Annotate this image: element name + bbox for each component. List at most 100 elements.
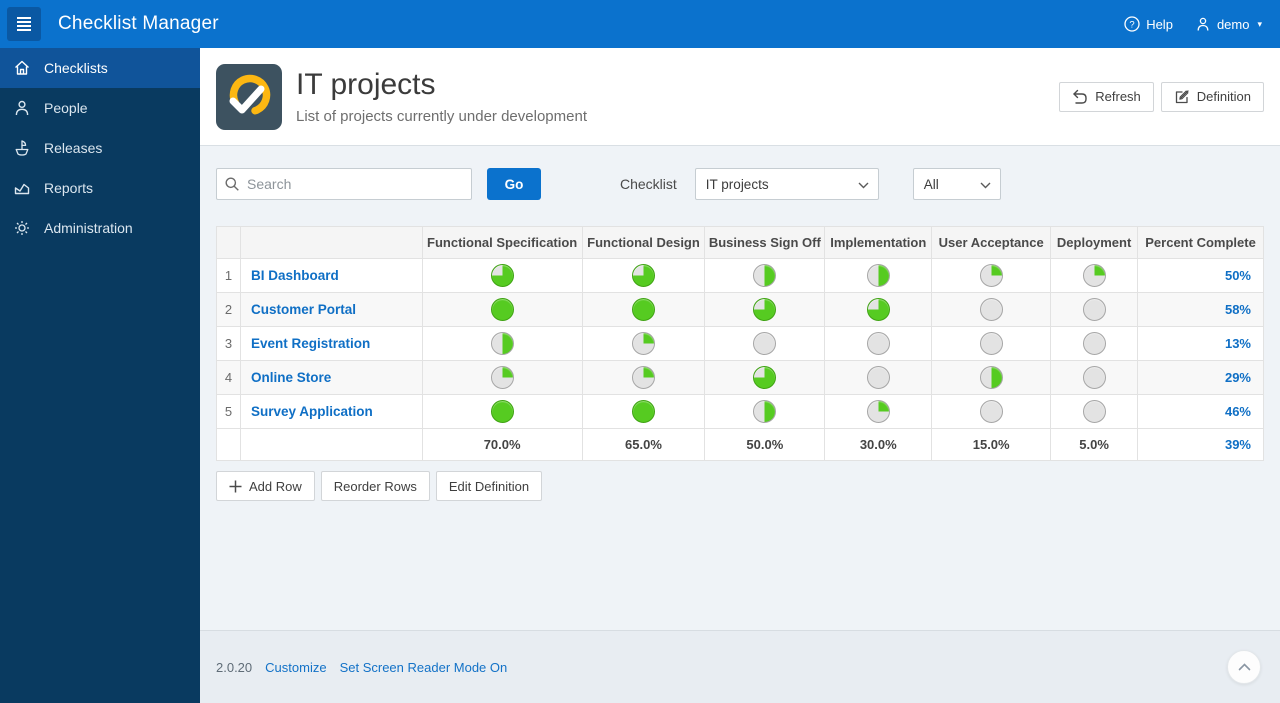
page-header: IT projects List of projects currently u… — [200, 48, 1280, 146]
stage-pie[interactable] — [490, 366, 514, 389]
percent-link[interactable]: 50% — [1225, 268, 1251, 283]
user-menu[interactable]: demo ▾ — [1195, 16, 1262, 32]
stage-pie[interactable] — [631, 400, 655, 423]
app-title: Checklist Manager — [58, 13, 219, 34]
scope-select[interactable]: All — [912, 168, 1001, 200]
stage-pie[interactable] — [866, 400, 890, 423]
user-icon — [1197, 17, 1209, 31]
stage-pie[interactable] — [490, 400, 514, 423]
project-link[interactable]: Survey Application — [251, 404, 373, 419]
stage-pie[interactable] — [490, 298, 514, 321]
edit-definition-button[interactable]: Edit Definition — [435, 471, 543, 501]
stage-pie[interactable] — [1082, 264, 1106, 287]
row-number: 4 — [216, 360, 241, 395]
table-header-row: Functional Specification Functional Desi… — [216, 226, 1264, 259]
stage-pie[interactable] — [631, 298, 655, 321]
person-icon — [15, 100, 29, 116]
percent-link[interactable]: 29% — [1225, 370, 1251, 385]
sidebar-item-checklists[interactable]: Checklists — [0, 48, 200, 88]
sidebar: Checklists People Releases Reports Admin… — [0, 48, 200, 703]
stage-pie[interactable] — [753, 332, 777, 355]
search-input[interactable] — [216, 168, 472, 200]
definition-button[interactable]: Definition — [1160, 81, 1264, 112]
sidebar-item-releases[interactable]: Releases — [0, 128, 200, 168]
row-number: 2 — [216, 292, 241, 327]
home-icon — [15, 60, 29, 75]
percent-link[interactable]: 58% — [1225, 302, 1251, 317]
chevron-up-icon — [1238, 663, 1250, 671]
reorder-rows-button[interactable]: Reorder Rows — [320, 471, 430, 501]
column-header: User Acceptance — [931, 226, 1052, 259]
hamburger-menu-button[interactable] — [7, 7, 41, 41]
stage-pie[interactable] — [1082, 298, 1106, 321]
screen-reader-link[interactable]: Set Screen Reader Mode On — [340, 660, 508, 675]
column-header: Deployment — [1050, 226, 1139, 259]
stage-pie[interactable] — [979, 298, 1003, 321]
stage-pie[interactable] — [631, 332, 655, 355]
stage-total: 50.0% — [704, 428, 826, 461]
project-link[interactable]: Online Store — [251, 370, 331, 385]
row-number: 1 — [216, 258, 241, 293]
sidebar-item-people[interactable]: People — [0, 88, 200, 128]
stage-pie[interactable] — [1082, 332, 1106, 355]
plus-icon — [229, 480, 242, 492]
chevron-down-icon — [858, 182, 869, 189]
sidebar-item-reports[interactable]: Reports — [0, 168, 200, 208]
stage-pie[interactable] — [866, 264, 890, 287]
stage-pie[interactable] — [753, 366, 777, 389]
customize-link[interactable]: Customize — [265, 660, 326, 675]
stage-pie[interactable] — [979, 366, 1003, 389]
main-region: IT projects List of projects currently u… — [200, 48, 1280, 501]
sidebar-item-administration[interactable]: Administration — [0, 208, 200, 248]
search-icon — [225, 177, 239, 191]
page-title: IT projects — [296, 68, 436, 102]
page-subtitle: List of projects currently under develop… — [296, 107, 587, 125]
page-footer: 2.0.20 Customize Set Screen Reader Mode … — [200, 630, 1280, 703]
table-body: 1 BI Dashboard 50% 2 Customer Portal 58% 3 Even… — [216, 258, 1264, 429]
version-label: 2.0.20 — [216, 659, 253, 675]
svg-text:?: ? — [1130, 19, 1135, 30]
go-button[interactable]: Go — [487, 168, 541, 200]
table-row: 2 Customer Portal 58% — [216, 292, 1264, 327]
stage-pie[interactable] — [979, 264, 1003, 287]
gear-icon — [15, 221, 29, 235]
table-row: 1 BI Dashboard 50% — [216, 258, 1264, 293]
stage-pie[interactable] — [866, 298, 890, 321]
ship-icon — [15, 140, 29, 156]
project-link[interactable]: Event Registration — [251, 336, 370, 351]
stage-pie[interactable] — [631, 264, 655, 287]
refresh-icon — [1073, 89, 1087, 104]
stage-pie[interactable] — [1082, 366, 1106, 389]
stage-pie[interactable] — [490, 264, 514, 287]
project-link[interactable]: Customer Portal — [251, 302, 356, 317]
checklist-select[interactable]: IT projects — [694, 168, 879, 200]
content-region: Go Checklist IT projects All Functional … — [200, 146, 1280, 501]
percent-link[interactable]: 13% — [1225, 336, 1251, 351]
table-row: 5 Survey Application 46% — [216, 394, 1264, 429]
add-row-button[interactable]: Add Row — [216, 471, 315, 501]
checklist-app-icon — [216, 63, 282, 130]
stage-pie[interactable] — [979, 332, 1003, 355]
help-icon: ? — [1124, 16, 1140, 32]
percent-total: 39% — [1137, 428, 1264, 461]
stage-pie[interactable] — [979, 400, 1003, 423]
scroll-to-top-button[interactable] — [1227, 650, 1261, 684]
stage-pie[interactable] — [866, 332, 890, 355]
chart-icon — [14, 183, 30, 195]
stage-total: 15.0% — [931, 428, 1052, 461]
percent-link[interactable]: 46% — [1225, 404, 1251, 419]
stage-pie[interactable] — [753, 264, 777, 287]
table-row: 4 Online Store 29% — [216, 360, 1264, 395]
refresh-button[interactable]: Refresh — [1059, 81, 1154, 112]
help-link[interactable]: ? Help — [1124, 16, 1173, 32]
stage-pie[interactable] — [753, 400, 777, 423]
stage-pie[interactable] — [866, 366, 890, 389]
table-row: 3 Event Registration 13% — [216, 326, 1264, 361]
stage-pie[interactable] — [490, 332, 514, 355]
column-header-rownum — [216, 226, 241, 259]
stage-pie[interactable] — [631, 366, 655, 389]
stage-pie[interactable] — [1082, 400, 1106, 423]
stage-pie[interactable] — [753, 298, 777, 321]
project-link[interactable]: BI Dashboard — [251, 268, 339, 283]
column-header: Functional Design — [581, 226, 706, 259]
